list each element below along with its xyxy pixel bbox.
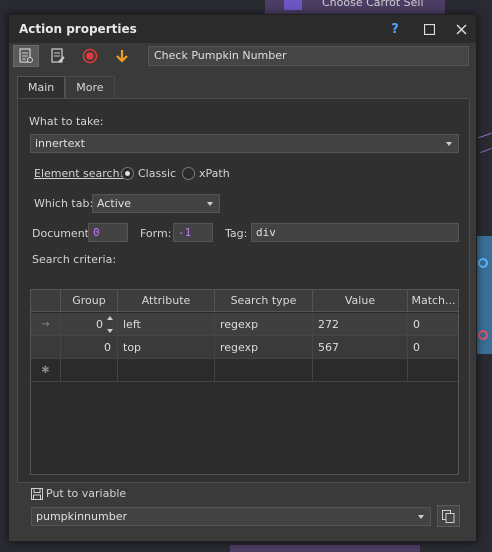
cell-value[interactable]: 272 [313, 313, 408, 336]
what-to-take-select[interactable]: innertext [30, 134, 459, 153]
tag-label: Tag: [225, 227, 248, 240]
cell-group[interactable]: 0 [61, 313, 118, 336]
cell-match[interactable]: 0 [408, 313, 459, 336]
which-tab-select[interactable]: Active [92, 194, 220, 213]
cell-search-type[interactable]: regexp [215, 336, 313, 359]
new-row[interactable]: ✱ [31, 359, 458, 382]
variable-value: pumpkinnumber [36, 510, 127, 523]
new-row-asterisk-icon: ✱ [31, 359, 61, 382]
maximize-button[interactable] [419, 20, 439, 38]
dialog-title: Action properties [19, 22, 137, 36]
main-panel: What to take: innertext Element search: … [17, 98, 470, 483]
connector-dot-icon [478, 330, 488, 340]
variable-copy-button[interactable] [437, 505, 460, 527]
row-indicator [31, 336, 61, 359]
put-to-variable-text: Put to variable [46, 487, 127, 500]
tab-bar: Main More [17, 76, 115, 98]
close-icon [456, 24, 466, 34]
save-disk-icon [31, 487, 43, 500]
radio-xpath-label[interactable]: xPath [199, 167, 230, 180]
cell-group[interactable]: 0 [61, 336, 118, 359]
dialog-titlebar[interactable]: Action properties ? [9, 15, 476, 43]
put-to-variable-label: Put to variable [31, 487, 126, 500]
which-tab-label: Which tab: [34, 197, 94, 210]
table-row[interactable]: → 0 left regexp 272 0 [31, 313, 458, 336]
element-search-label: Element search: [34, 167, 124, 180]
grid-header: Group Attribute Search type Value Match.… [31, 290, 458, 312]
column-header-group[interactable]: Group [61, 290, 118, 312]
cell-search-type[interactable] [215, 359, 313, 382]
toolbar: Check Pumpkin Number [9, 43, 476, 69]
cell-group-value: 0 [96, 318, 103, 331]
edit-note-icon [51, 48, 65, 63]
cell-attribute[interactable] [118, 359, 215, 382]
cell-search-type[interactable]: regexp [215, 313, 313, 336]
background-node-bottom [230, 545, 420, 552]
current-row-arrow-icon: → [31, 313, 61, 336]
properties-icon [19, 48, 33, 63]
close-button[interactable] [451, 20, 471, 38]
what-to-take-value: innertext [35, 137, 85, 150]
document-input[interactable]: 0 [88, 223, 128, 242]
column-header-search-type[interactable]: Search type [215, 290, 313, 312]
edit-button[interactable] [45, 45, 71, 67]
connector-dot-icon [478, 258, 488, 268]
properties-view-button[interactable] [13, 45, 39, 67]
grid-header-indicator [31, 290, 61, 312]
lightning-icon [284, 0, 302, 10]
connection-line [478, 132, 492, 139]
column-header-value[interactable]: Value [313, 290, 408, 312]
connection-line [480, 147, 492, 154]
tab-main[interactable]: Main [17, 76, 66, 98]
spin-up-icon[interactable] [107, 316, 113, 320]
radio-classic-label[interactable]: Classic [138, 167, 176, 180]
what-to-take-label: What to take: [29, 115, 104, 128]
cell-match[interactable] [408, 359, 459, 382]
cell-attribute[interactable]: left [118, 313, 215, 336]
cell-match[interactable]: 0 [408, 336, 459, 359]
arrow-down-icon [116, 50, 128, 63]
column-header-match[interactable]: Match... [408, 290, 459, 312]
search-criteria-label: Search criteria: [32, 253, 117, 266]
radio-classic[interactable] [121, 167, 134, 180]
search-criteria-grid[interactable]: Group Attribute Search type Value Match.… [30, 289, 459, 475]
cell-value[interactable] [313, 359, 408, 382]
form-input[interactable]: -1 [173, 223, 213, 242]
chevron-down-icon [207, 202, 213, 206]
tab-more[interactable]: More [65, 76, 115, 98]
spin-down-icon[interactable] [107, 329, 113, 333]
cell-group[interactable] [61, 359, 118, 382]
document-label: Document: [32, 227, 93, 240]
variable-select[interactable]: pumpkinnumber [31, 507, 431, 526]
chevron-down-icon [418, 515, 424, 519]
radio-xpath[interactable] [182, 167, 195, 180]
table-row[interactable]: 0 top regexp 567 0 [31, 336, 458, 359]
group-spinner[interactable] [107, 316, 115, 333]
record-button[interactable] [77, 45, 103, 67]
cell-attribute[interactable]: top [118, 336, 215, 359]
action-properties-dialog: Action properties ? Check Pumpkin Number… [8, 14, 477, 542]
action-name-input[interactable]: Check Pumpkin Number [148, 46, 469, 66]
column-header-attribute[interactable]: Attribute [118, 290, 215, 312]
copy-icon [442, 509, 455, 523]
move-down-button[interactable] [109, 45, 135, 67]
tag-input[interactable]: div [251, 223, 459, 242]
record-icon [82, 48, 98, 64]
which-tab-value: Active [97, 197, 132, 210]
maximize-icon [423, 23, 435, 35]
help-button[interactable]: ? [385, 20, 405, 38]
form-label: Form: [140, 227, 172, 240]
background-node-title: Choose Carrot Sell [322, 0, 424, 9]
chevron-down-icon [446, 142, 452, 146]
cell-value[interactable]: 567 [313, 336, 408, 359]
